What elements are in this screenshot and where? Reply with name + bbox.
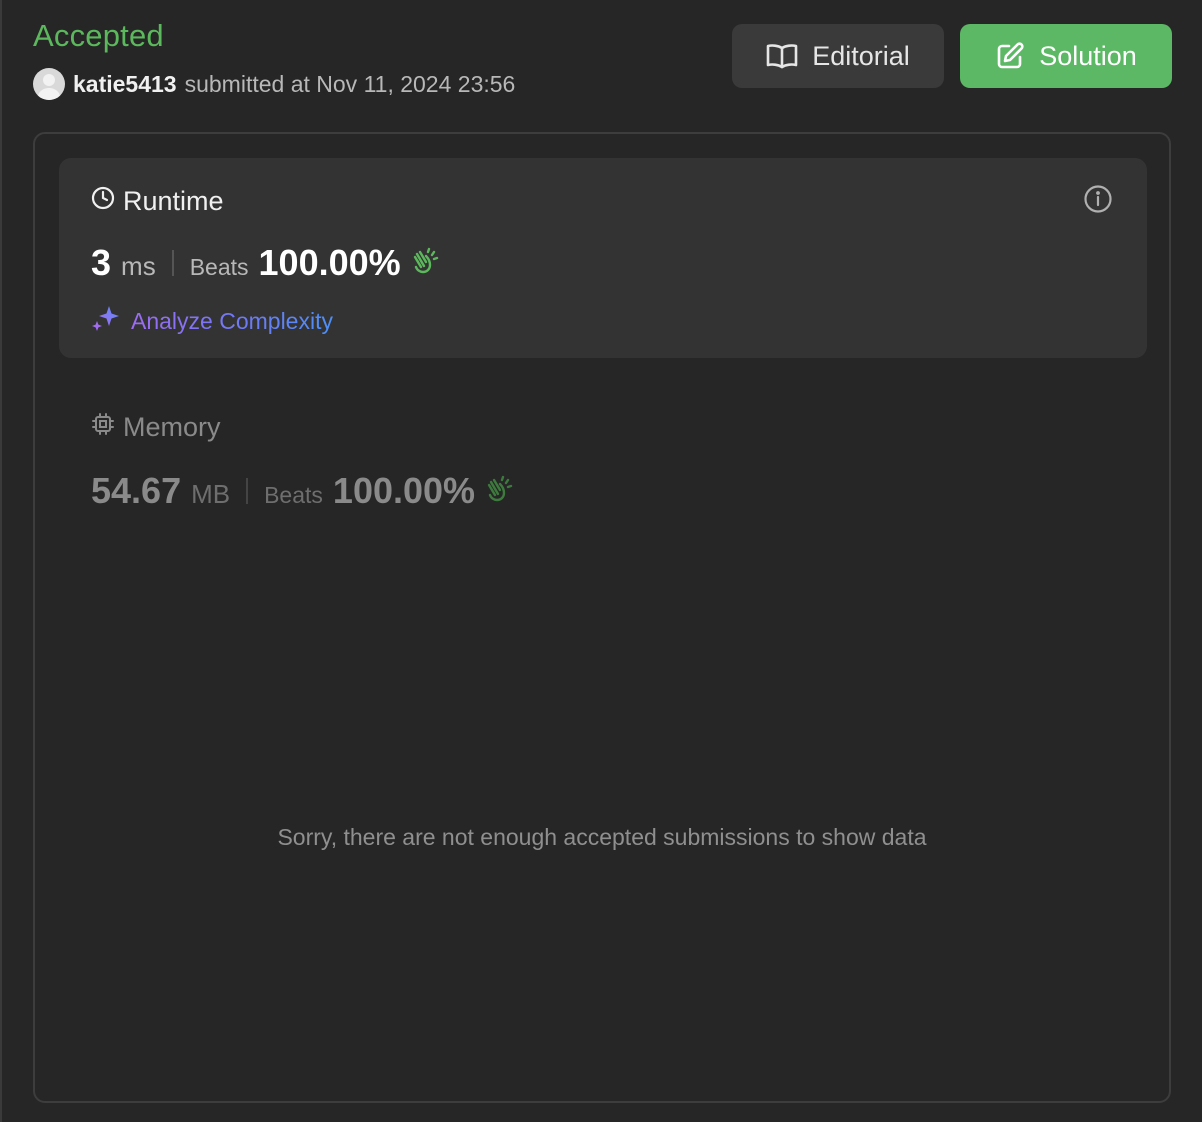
runtime-metric: 3 ms Beats 100.00%	[91, 242, 439, 284]
memory-beats-label: Beats	[264, 482, 323, 508]
divider	[171, 250, 174, 276]
left-border	[0, 0, 2, 1122]
username[interactable]: katie5413	[73, 71, 177, 98]
clapping-hands-icon	[483, 475, 513, 508]
runtime-title-text: Runtime	[123, 186, 224, 216]
editorial-label: Editorial	[812, 40, 910, 71]
runtime-unit: ms	[121, 251, 156, 281]
clock-icon	[91, 186, 115, 217]
analyze-complexity-link[interactable]: Analyze Complexity	[91, 304, 333, 338]
clapping-hands-icon	[409, 247, 439, 280]
editorial-button[interactable]: Editorial	[732, 24, 944, 88]
memory-title-text: Memory	[123, 412, 221, 442]
sparkle-icon	[91, 304, 121, 338]
memory-value: 54.67	[91, 470, 182, 511]
memory-unit: MB	[191, 479, 231, 509]
performance-panel: Runtime 3 ms Beats 100.00% Analyze Compl…	[33, 132, 1171, 1103]
memory-metric: 54.67 MB Beats 100.00%	[91, 470, 513, 512]
runtime-beats-label: Beats	[189, 254, 249, 280]
book-open-icon	[766, 43, 798, 69]
memory-title[interactable]: Memory	[91, 412, 221, 443]
runtime-card[interactable]: Runtime 3 ms Beats 100.00% Analyze Compl…	[59, 158, 1147, 358]
cpu-icon	[91, 412, 115, 443]
submitted-timestamp: submitted at Nov 11, 2024 23:56	[184, 70, 516, 97]
analyze-complexity-label: Analyze Complexity	[131, 307, 333, 334]
runtime-beats-value: 100.00%	[258, 242, 401, 283]
submitter-line: katie5413 submitted at Nov 11, 2024 23:5…	[33, 68, 515, 100]
avatar[interactable]	[33, 68, 65, 100]
memory-beats-value: 100.00%	[332, 470, 476, 511]
submission-status: Accepted	[33, 18, 164, 53]
empty-chart-message: Sorry, there are not enough accepted sub…	[277, 824, 927, 850]
edit-icon	[995, 41, 1025, 71]
divider	[246, 478, 249, 504]
solution-label: Solution	[1039, 40, 1137, 71]
runtime-title: Runtime	[91, 186, 224, 217]
info-icon[interactable]	[1083, 184, 1113, 219]
solution-button[interactable]: Solution	[960, 24, 1172, 88]
runtime-value: 3	[91, 242, 112, 283]
